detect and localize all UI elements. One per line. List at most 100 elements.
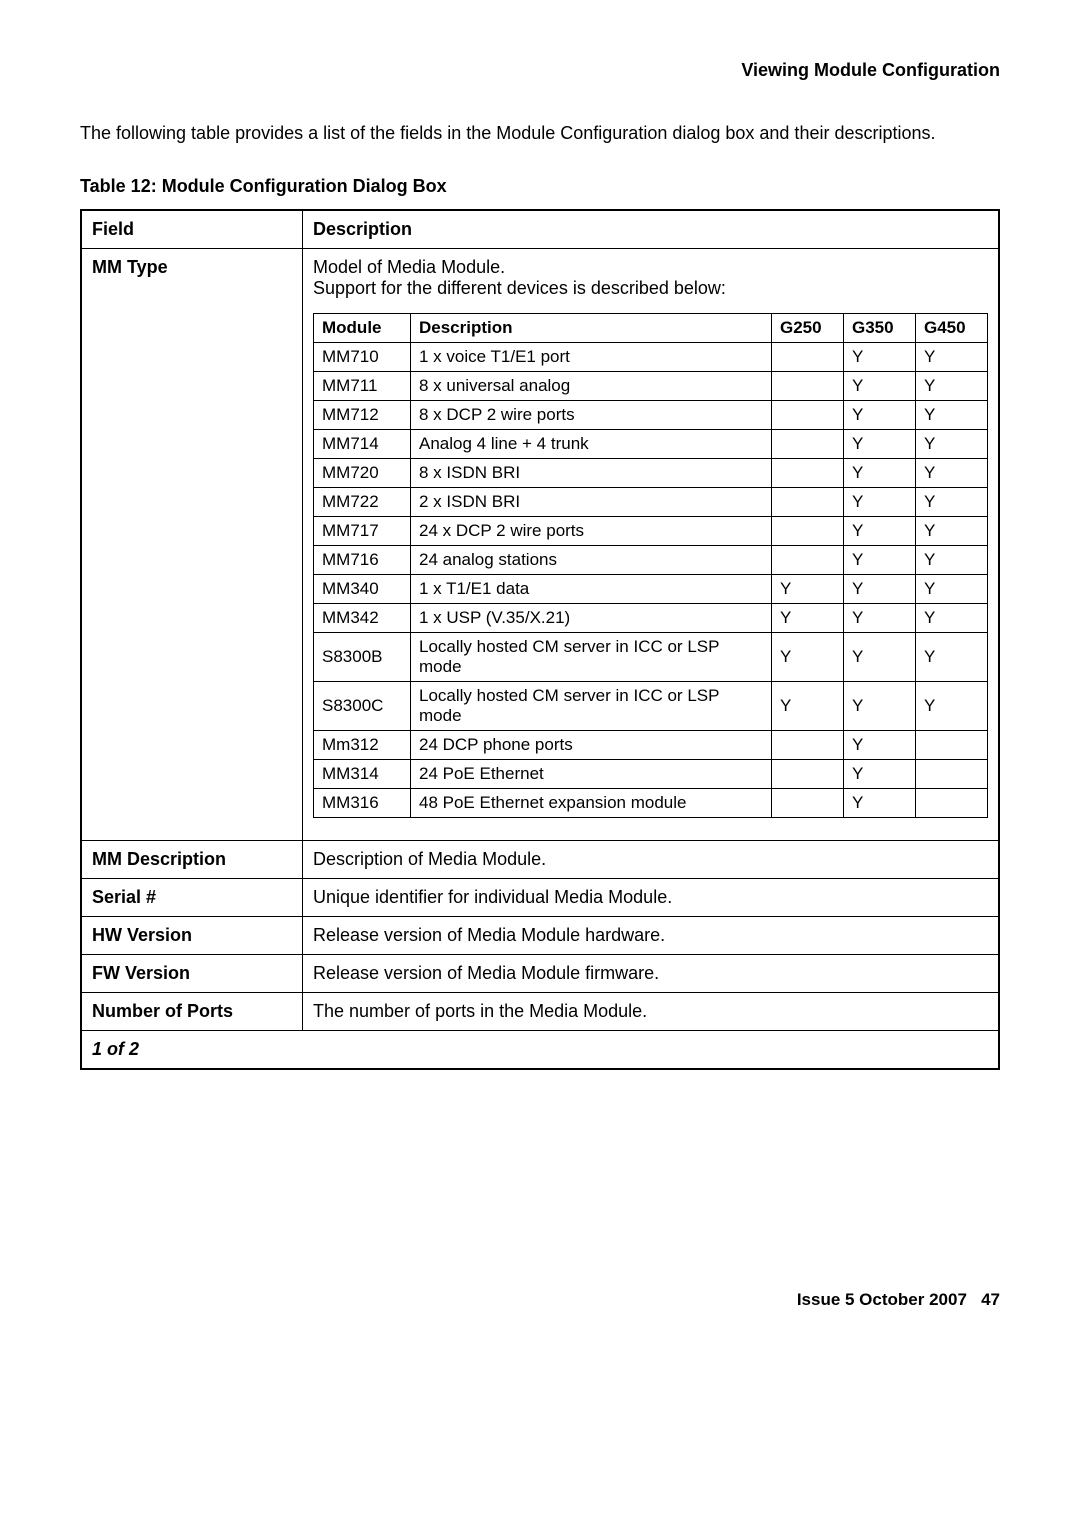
cell-g450: Y [916,575,988,604]
cell-desc: Analog 4 line + 4 trunk [411,430,772,459]
mm-type-cell: Model of Media Module. Support for the d… [303,249,1000,841]
table-row: MM7128 x DCP 2 wire ports YY [314,401,988,430]
cell-g250 [772,459,844,488]
inner-header-g250: G250 [772,314,844,343]
cell-desc: 1 x USP (V.35/X.21) [411,604,772,633]
cell-g250: Y [772,575,844,604]
cell-g350: Y [844,430,916,459]
cell-module: MM316 [314,789,411,818]
cell-module: MM711 [314,372,411,401]
cell-module: MM314 [314,760,411,789]
table-row: MM31648 PoE Ethernet expansion moduleY [314,789,988,818]
module-support-table: Module Description G250 G350 G450 MM7101… [313,313,988,818]
cell-desc: Locally hosted CM server in ICC or LSP m… [411,633,772,682]
table-row: MM3421 x USP (V.35/X.21)YYY [314,604,988,633]
cell-g350: Y [844,789,916,818]
footer-issue: Issue 5 October 2007 [797,1290,967,1309]
field-label: Number of Ports [81,993,303,1031]
cell-desc: 8 x universal analog [411,372,772,401]
mm-type-line1: Model of Media Module. [313,257,988,278]
cell-g350: Y [844,633,916,682]
field-label: MM Description [81,841,303,879]
cell-g250 [772,488,844,517]
table-row: MM714Analog 4 line + 4 trunk YY [314,430,988,459]
cell-desc: Locally hosted CM server in ICC or LSP m… [411,682,772,731]
cell-module: S8300C [314,682,411,731]
table-row: MM71624 analog stationsYY [314,546,988,575]
field-desc: Release version of Media Module firmware… [303,955,1000,993]
field-desc: Release version of Media Module hardware… [303,917,1000,955]
footer-page: 47 [981,1290,1000,1309]
table-row: S8300BLocally hosted CM server in ICC or… [314,633,988,682]
cell-g250 [772,789,844,818]
cell-g450 [916,731,988,760]
table-row: HW VersionRelease version of Media Modul… [81,917,999,955]
table-row: MM DescriptionDescription of Media Modul… [81,841,999,879]
cell-g350: Y [844,731,916,760]
cell-g350: Y [844,604,916,633]
cell-g350: Y [844,575,916,604]
table-row: Number of PortsThe number of ports in th… [81,993,999,1031]
cell-module: MM710 [314,343,411,372]
cell-g350: Y [844,459,916,488]
cell-g250 [772,517,844,546]
cell-desc: 8 x DCP 2 wire ports [411,401,772,430]
cell-desc: 24 DCP phone ports [411,731,772,760]
cell-module: MM712 [314,401,411,430]
cell-g450: Y [916,633,988,682]
mm-type-line2: Support for the different devices is des… [313,278,988,299]
section-header: Viewing Module Configuration [80,60,1000,81]
cell-module: MM720 [314,459,411,488]
cell-g250: Y [772,604,844,633]
cell-module: S8300B [314,633,411,682]
header-field: Field [81,210,303,249]
cell-g250 [772,430,844,459]
cell-g450: Y [916,459,988,488]
field-label: HW Version [81,917,303,955]
cell-g450: Y [916,430,988,459]
config-table: Field Description MM Type Model of Media… [80,209,1000,1070]
table-row: MM3401 x T1/E1 dataYYY [314,575,988,604]
inner-header-description: Description [411,314,772,343]
field-label: FW Version [81,955,303,993]
table-title: Table 12: Module Configuration Dialog Bo… [80,176,1000,197]
cell-g450: Y [916,372,988,401]
cell-g450: Y [916,488,988,517]
field-desc: Description of Media Module. [303,841,1000,879]
cell-g350: Y [844,401,916,430]
inner-header-g350: G350 [844,314,916,343]
cell-g250 [772,760,844,789]
cell-g350: Y [844,517,916,546]
table-row: MM71724 x DCP 2 wire portsYY [314,517,988,546]
cell-desc: 2 x ISDN BRI [411,488,772,517]
page-of: 1 of 2 [81,1031,999,1070]
cell-g450: Y [916,682,988,731]
inner-header-module: Module [314,314,411,343]
cell-desc: 1 x voice T1/E1 port [411,343,772,372]
cell-g250 [772,731,844,760]
cell-module: MM722 [314,488,411,517]
cell-g250 [772,343,844,372]
mm-type-label: MM Type [81,249,303,841]
cell-desc: 24 PoE Ethernet [411,760,772,789]
cell-g350: Y [844,343,916,372]
intro-paragraph: The following table provides a list of t… [80,121,1000,146]
table-row: MM31424 PoE EthernetY [314,760,988,789]
cell-g350: Y [844,682,916,731]
cell-module: MM717 [314,517,411,546]
header-description: Description [303,210,1000,249]
cell-g250: Y [772,682,844,731]
table-row: MM7118 x universal analog YY [314,372,988,401]
field-desc: The number of ports in the Media Module. [303,993,1000,1031]
cell-g250 [772,372,844,401]
cell-g450: Y [916,546,988,575]
cell-g450 [916,789,988,818]
cell-g250: Y [772,633,844,682]
cell-g350: Y [844,372,916,401]
cell-module: Mm312 [314,731,411,760]
cell-g450: Y [916,401,988,430]
cell-module: MM714 [314,430,411,459]
table-row: Mm31224 DCP phone ports Y [314,731,988,760]
field-label: Serial # [81,879,303,917]
cell-module: MM340 [314,575,411,604]
